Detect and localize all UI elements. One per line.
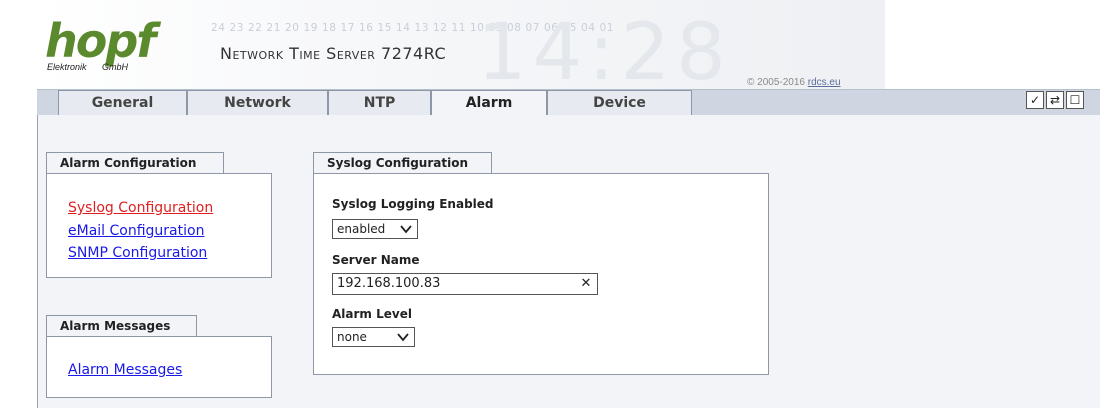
server-name-label: Server Name <box>332 253 420 267</box>
alarm-configuration-heading: Alarm Configuration <box>46 152 224 174</box>
header-banner: 24 23 22 21 20 19 18 17 16 15 14 13 12 1… <box>37 0 885 89</box>
logo-wordmark: hopf <box>45 14 156 68</box>
tab-ntp[interactable]: NTP <box>328 90 431 115</box>
copyright-text: © 2005-2016 <box>747 77 805 88</box>
clear-icon[interactable]: ✕ <box>579 274 593 294</box>
alarm-level-select[interactable]: none <box>332 327 415 347</box>
chevron-down-icon <box>400 225 412 234</box>
main-tab-bar: General Network NTP Device Alarm ✓ ⇄ ☐ <box>37 89 1100 116</box>
alarm-messages-heading: Alarm Messages <box>46 315 197 337</box>
copyright: © 2005-2016 rdcs.eu <box>747 77 841 88</box>
logo-subtitle: Elektronik <box>47 62 87 72</box>
content-area: Alarm Configuration Syslog Configuration… <box>37 115 1100 408</box>
check-icon[interactable]: ✓ <box>1026 91 1044 109</box>
server-name-value: 192.168.100.83 <box>337 276 441 291</box>
syslog-logging-label: Syslog Logging Enabled <box>332 197 494 211</box>
alarm-level-value: none <box>337 330 367 344</box>
email-configuration-link[interactable]: eMail Configuration <box>68 223 204 239</box>
tab-alarm[interactable]: Alarm <box>431 90 547 116</box>
hopf-logo: hopf Elektronik GmbH <box>45 18 165 78</box>
alarm-messages-link[interactable]: Alarm Messages <box>68 362 182 378</box>
logo-subtitle-gmbh: GmbH <box>102 62 129 72</box>
server-name-input[interactable]: 192.168.100.83 ✕ <box>332 273 598 295</box>
refresh-icon[interactable]: ⇄ <box>1046 91 1064 109</box>
syslog-configuration-link[interactable]: Syslog Configuration <box>68 200 213 216</box>
syslog-logging-value: enabled <box>337 222 386 236</box>
chevron-down-icon <box>397 333 409 342</box>
toolbar: ✓ ⇄ ☐ <box>1026 91 1084 113</box>
syslog-logging-select[interactable]: enabled <box>332 219 418 239</box>
syslog-configuration-panel: Syslog Logging Enabled enabled Server Na… <box>313 173 769 375</box>
header-background-clock: 14:28 <box>477 8 732 89</box>
alarm-messages-panel: Alarm Messages <box>46 336 272 398</box>
syslog-configuration-heading: Syslog Configuration <box>313 152 492 174</box>
snmp-configuration-link[interactable]: SNMP Configuration <box>68 245 207 261</box>
alarm-configuration-panel: Syslog Configuration eMail Configuration… <box>46 173 272 278</box>
tab-general[interactable]: General <box>58 90 187 115</box>
tab-network[interactable]: Network <box>187 90 328 115</box>
alarm-level-label: Alarm Level <box>332 307 412 321</box>
page-icon[interactable]: ☐ <box>1066 91 1084 109</box>
copyright-link[interactable]: rdcs.eu <box>808 77 841 88</box>
product-title: Network Time Server 7274RC <box>220 44 447 63</box>
tab-device[interactable]: Device <box>547 90 692 115</box>
